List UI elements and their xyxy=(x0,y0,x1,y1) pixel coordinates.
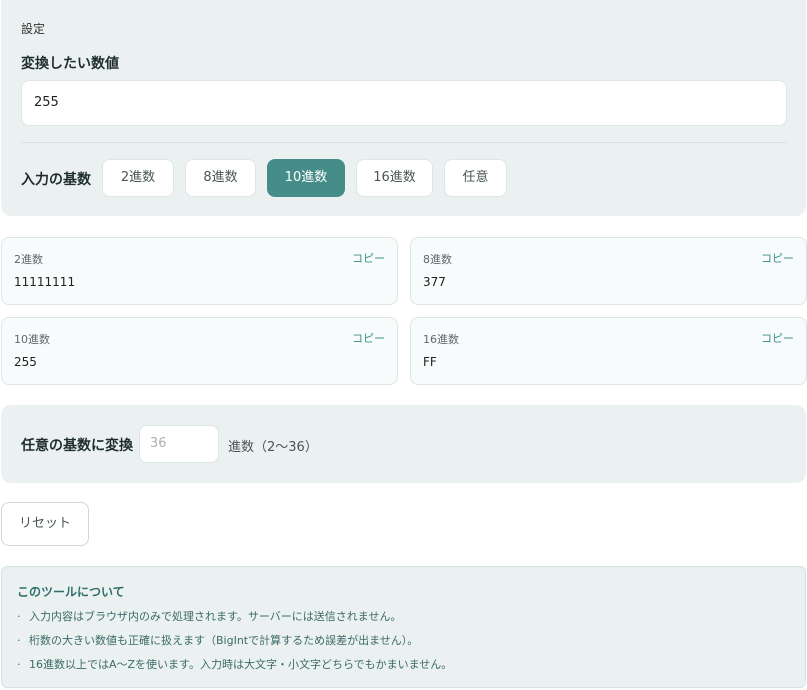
base-button-8[interactable]: 8進数 xyxy=(185,159,256,197)
result-label: 8進数 xyxy=(423,253,452,266)
base-button-custom[interactable]: 任意 xyxy=(444,159,507,197)
about-item: · 16進数以上ではA〜Zを使います。入力時は大文字・小文字どちらでもかまいません… xyxy=(17,656,452,672)
result-card-octal: 8進数 コピー 377 xyxy=(410,237,807,305)
about-item: · 桁数の大きい数値も正確に扱えます（BigIntで計算するため誤差が出ません）。 xyxy=(17,632,418,648)
about-box: このツールについて · 入力内容はブラウザ内のみで処理されます。サーバーには送信さ… xyxy=(1,566,806,688)
custom-base-label: 任意の基数に変換 xyxy=(21,438,133,454)
about-item-text: 入力内容はブラウザ内のみで処理されます。サーバーには送信されません。 xyxy=(29,610,402,623)
copy-button[interactable]: コピー xyxy=(352,250,385,266)
base-button-10[interactable]: 10進数 xyxy=(267,159,345,197)
bullet-icon: · xyxy=(17,658,21,671)
base-button-2[interactable]: 2進数 xyxy=(102,159,174,197)
result-card-decimal: 10進数 コピー 255 xyxy=(1,317,398,385)
custom-base-panel: 任意の基数に変換 36 進数（2〜36） xyxy=(1,405,806,483)
about-title: このツールについて xyxy=(17,585,125,599)
bullet-icon: · xyxy=(17,634,21,647)
about-item: · 入力内容はブラウザ内のみで処理されます。サーバーには送信されません。 xyxy=(17,608,401,624)
base-label: 入力の基数 xyxy=(21,172,91,188)
result-label: 2進数 xyxy=(14,253,43,266)
result-card-hex: 16進数 コピー FF xyxy=(410,317,807,385)
copy-button[interactable]: コピー xyxy=(761,330,794,346)
reset-button[interactable]: リセット xyxy=(1,502,89,546)
divider xyxy=(21,142,787,143)
custom-base-input[interactable]: 36 xyxy=(139,425,219,463)
about-item-text: 16進数以上ではA〜Zを使います。入力時は大文字・小文字どちらでもかまいません。 xyxy=(29,658,453,671)
custom-base-suffix: 進数（2〜36） xyxy=(228,440,318,455)
result-value: 255 xyxy=(14,355,37,369)
result-value: 377 xyxy=(423,275,446,289)
value-label: 変換したい数値 xyxy=(21,56,119,72)
settings-panel: 設定 変換したい数値 255 入力の基数 2進数 8進数 10進数 16進数 任… xyxy=(1,0,806,216)
settings-title: 設定 xyxy=(21,22,46,36)
copy-button[interactable]: コピー xyxy=(352,330,385,346)
base-button-16[interactable]: 16進数 xyxy=(356,159,433,197)
result-label: 16進数 xyxy=(423,333,459,346)
result-value: FF xyxy=(423,355,437,369)
bullet-icon: · xyxy=(17,610,21,623)
result-card-binary: 2進数 コピー 11111111 xyxy=(1,237,398,305)
value-input[interactable]: 255 xyxy=(21,80,787,126)
result-value: 11111111 xyxy=(14,275,76,289)
result-label: 10進数 xyxy=(14,333,50,346)
about-item-text: 桁数の大きい数値も正確に扱えます（BigIntで計算するため誤差が出ません）。 xyxy=(29,634,419,647)
copy-button[interactable]: コピー xyxy=(761,250,794,266)
